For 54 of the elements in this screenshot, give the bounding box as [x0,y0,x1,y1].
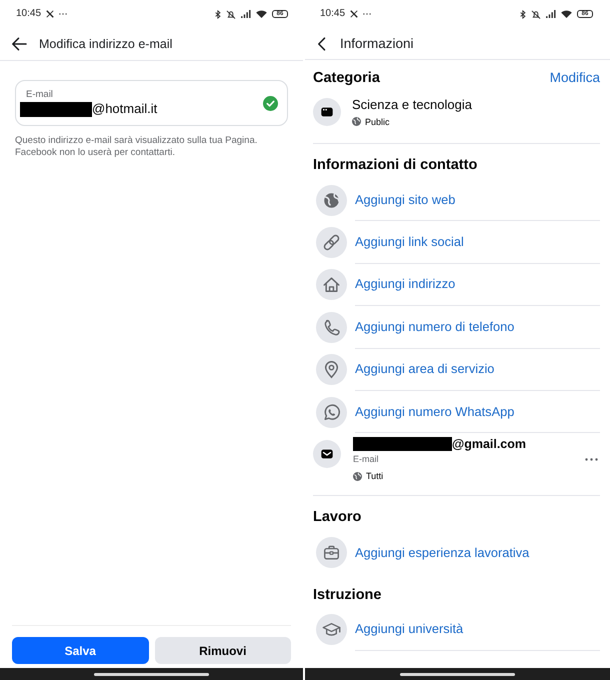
back-chevron-icon[interactable] [317,36,326,50]
wifi-icon [561,10,572,18]
section-heading: Categoria [313,69,380,87]
add-item-link[interactable]: Aggiungi università [355,621,464,638]
bluetooth-icon [215,10,221,18]
section-heading: Istruzione [313,586,382,604]
status-time: 10:45 [320,8,346,20]
add-item-link[interactable]: Aggiungi indirizzo [355,276,456,292]
contact-type-caption: E-mail [353,453,379,466]
phone-bubble-icon [316,396,347,428]
back-arrow-icon[interactable] [11,37,27,51]
link-icon [316,227,347,258]
page-title: Modifica indirizzo e-mail [39,36,172,52]
location-pin-icon [316,354,347,386]
field-value: @hotmail.it [92,101,158,117]
more-icon[interactable] [585,458,598,462]
category-name: Scienza e tecnologia [352,96,472,112]
globe-icon [353,472,362,481]
bell-off-icon [226,10,236,18]
edit-link[interactable]: Modifica [550,70,600,86]
house-icon [316,269,347,300]
add-item-link[interactable]: Aggiungi numero WhatsApp [355,404,514,420]
graduation-cap-icon [316,614,347,646]
audience-label: Public [365,116,390,128]
add-item-link[interactable]: Aggiungi area di servizio [355,361,494,378]
globe-icon [352,117,361,126]
add-item-link[interactable]: Aggiungi sito web [355,192,456,208]
wifi-icon [256,10,267,18]
phone-icon [316,312,347,343]
add-item-link[interactable]: Aggiungi esperienza lavorativa [355,544,530,561]
email-field[interactable]: E-mail @hotmail.it [15,80,288,126]
globe-icon [316,184,347,216]
bluetooth-icon [520,10,526,18]
section-heading: Lavoro [313,508,362,526]
x-logo-icon [350,10,358,18]
envelope-icon [313,440,341,468]
page-title: Informazioni [340,36,414,52]
add-item-link[interactable]: Aggiungi link social [355,234,464,250]
field-label: E-mail [26,89,53,100]
bell-off-icon [531,10,541,18]
signal-icon [241,10,251,18]
redaction-bar [20,102,92,116]
add-item-link[interactable]: Aggiungi numero di telefono [355,318,514,335]
x-logo-icon [46,10,54,18]
helper-text: Questo indirizzo e-mail sarà visualizzato sulla tua Pagina. Facebook non lo userà per contattarti. [15,135,258,159]
screen-icon [313,98,341,126]
save-button[interactable]: Salva [12,637,148,664]
section-heading: Informazioni di contatto [313,156,478,174]
signal-icon [546,10,556,18]
audience-label: Tutti [366,470,384,482]
status-time: 10:45 [16,8,42,20]
remove-button[interactable]: Rimuovi [154,637,291,664]
email-address: @gmail.com [452,436,526,452]
briefcase-icon [316,537,347,568]
